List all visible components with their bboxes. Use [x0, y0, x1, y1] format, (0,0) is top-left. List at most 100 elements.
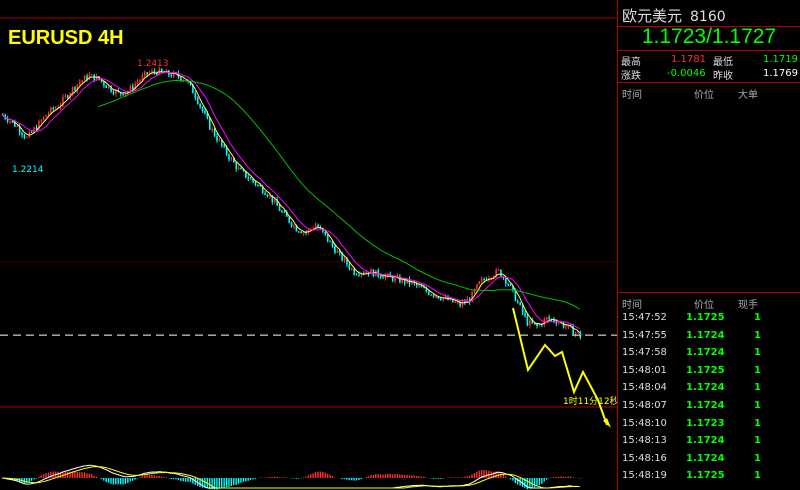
- candle: [196, 96, 199, 105]
- symbol-code: 8160: [690, 9, 726, 25]
- tick-row: 15:47:52 1.1725 1: [618, 312, 800, 329]
- macd-bar: [170, 478, 172, 480]
- macd-bar: [305, 476, 307, 478]
- macd-bar: [562, 476, 565, 478]
- tick-time: 15:48:07: [622, 400, 667, 411]
- macd-bar: [177, 478, 180, 481]
- candle: [324, 231, 327, 236]
- macd-bar: [334, 477, 336, 478]
- candle: [9, 120, 11, 125]
- macd-bar: [543, 478, 545, 482]
- tick-time: 15:47:58: [622, 347, 667, 359]
- macd-bar: [124, 478, 127, 484]
- macd-bar: [533, 478, 536, 488]
- big-order-header: 大单: [738, 90, 758, 101]
- candle: [507, 282, 509, 287]
- macd-bar: [129, 478, 131, 482]
- macd-bar: [502, 474, 504, 478]
- macd-bar: [163, 477, 165, 478]
- candle: [326, 234, 329, 243]
- macd-bar: [218, 478, 220, 489]
- macd-indicator: [1, 464, 581, 490]
- tick-price: 1.1725: [686, 312, 725, 323]
- macd-bar: [545, 478, 548, 480]
- candle: [264, 190, 266, 196]
- macd-bar: [370, 475, 372, 478]
- macd-bar: [346, 478, 348, 480]
- macd-bar: [310, 474, 312, 478]
- candle: [432, 294, 435, 299]
- macd-bar: [454, 477, 456, 478]
- macd-bar: [83, 472, 86, 478]
- macd-bar: [182, 478, 184, 482]
- macd-bar: [326, 473, 329, 478]
- candle: [28, 130, 31, 138]
- candle: [172, 70, 175, 78]
- candle: [298, 230, 300, 234]
- macd-bar: [485, 470, 488, 478]
- tick-time: 15:47:55: [622, 329, 667, 341]
- candle: [548, 314, 550, 321]
- candle: [519, 301, 522, 306]
- macd-bar: [79, 472, 81, 478]
- candle: [288, 216, 290, 224]
- macd-bar: [360, 478, 362, 480]
- macd-bar: [565, 476, 567, 478]
- macd-bar: [456, 477, 459, 478]
- candle: [64, 93, 67, 99]
- macd-bar: [317, 471, 319, 478]
- high-annotation: 1.2413: [137, 59, 169, 69]
- macd-bar: [245, 478, 247, 482]
- candle: [281, 209, 283, 213]
- macd-bar: [435, 478, 437, 479]
- tick-volume: 1: [754, 382, 761, 394]
- candle: [529, 318, 531, 329]
- candle: [355, 272, 358, 276]
- macd-bar: [384, 474, 387, 478]
- macd-bar: [440, 478, 442, 479]
- candle: [26, 136, 28, 139]
- candle: [504, 277, 507, 287]
- tick-row: 15:48:10 1.1723 1: [618, 418, 800, 435]
- low-value: 1.1719: [763, 54, 798, 65]
- price-chart[interactable]: EURUSD 4H 1.2413 1.2214 1时11分12秒: [0, 0, 617, 490]
- macd-bar: [252, 478, 254, 480]
- tick-row: 15:48:04 1.1724 1: [618, 382, 800, 399]
- tick-row: 15:48:01 1.1725 1: [618, 365, 800, 382]
- macd-bar: [567, 476, 569, 478]
- macd-bar: [406, 474, 408, 478]
- candle: [290, 221, 293, 228]
- tick-time: 15:48:01: [622, 364, 667, 376]
- candle: [105, 84, 108, 89]
- macd-bar: [156, 476, 158, 478]
- macd-bar: [302, 477, 305, 478]
- candle: [45, 114, 47, 117]
- tick-price: 1.1724: [686, 452, 725, 464]
- macd-bar: [387, 473, 389, 478]
- candle: [497, 268, 500, 271]
- ma-slow-line: [98, 79, 580, 310]
- macd-bar: [235, 478, 237, 485]
- quote-panel: 欧元美元 8160 1.1723/1.1727 最高 1.1781 最低 1.17…: [617, 0, 800, 490]
- tick-time: 15:48:04: [622, 382, 667, 394]
- macd-bar: [165, 477, 168, 478]
- tick-volume: 1: [754, 470, 761, 482]
- candle: [194, 91, 197, 101]
- tick-volume: 1: [754, 435, 761, 447]
- macd-bar: [471, 474, 473, 478]
- candle: [18, 123, 21, 136]
- candle: [401, 277, 404, 284]
- candle: [300, 230, 303, 234]
- macd-bar: [285, 477, 288, 478]
- tick-time: 15:48:19: [622, 470, 667, 482]
- divider: [618, 82, 800, 83]
- macd-bar: [413, 475, 415, 478]
- macd-bar: [50, 471, 52, 478]
- tick-volume: 1: [754, 417, 761, 429]
- candle: [83, 74, 86, 81]
- macd-bar: [134, 478, 136, 480]
- tick-volume: 1: [754, 312, 761, 323]
- candle: [40, 118, 43, 124]
- macd-bar: [66, 471, 69, 478]
- macd-bar: [91, 474, 93, 478]
